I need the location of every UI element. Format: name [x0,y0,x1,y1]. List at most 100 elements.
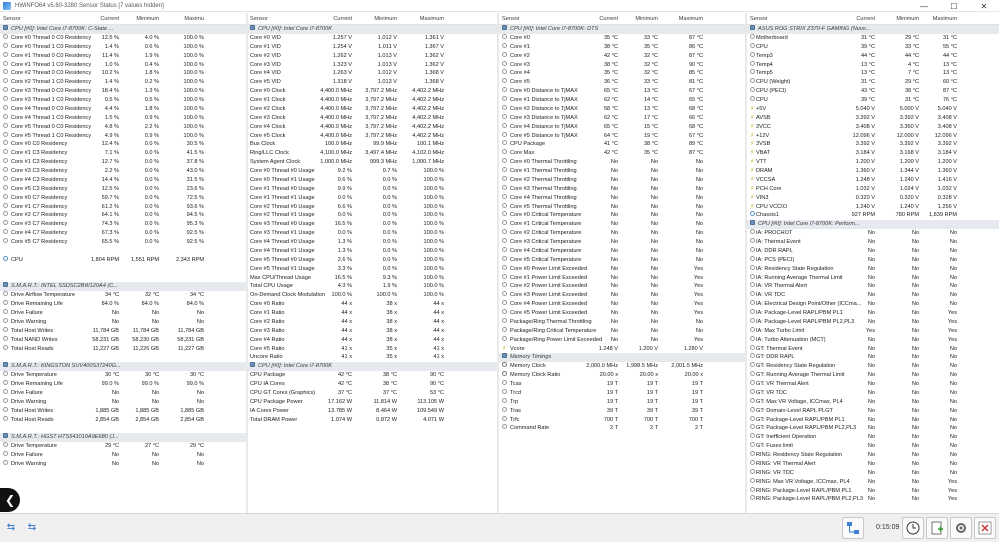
column-sensor[interactable]: Sensor [250,16,268,22]
sensor-row[interactable]: GT: Fuses limit No No No [747,442,999,451]
sensor-row[interactable]: Core #3 Critical Temperature No No No [499,238,745,247]
sensor-row[interactable]: CPU Package 41 °C 38 °C 89 °C [499,140,745,149]
sensor-row[interactable]: IA: Package-Level RAPL/PBM PL1 No No Yes [747,309,999,318]
sensor-row[interactable]: Core #2 Ratio 44 x 38 x 44 x [248,318,497,327]
sensor-row[interactable]: Total NAND Writes 58,231 GB 58,230 GB 58,23… [0,335,246,345]
sensor-row[interactable]: Core #5 Power Limit Exceeded No No Yes [499,309,745,318]
sensor-row[interactable]: Max CPU/Thread Usage 16.5 % 9.3 % 100.0 % [248,274,497,283]
column-sensor[interactable]: Sensor [750,16,768,22]
sensor-row[interactable]: Core #2 Thread 0 C0 Residency 10.2 % 1.8 %… [0,69,246,78]
column-sensor[interactable]: Sensor [3,16,21,22]
sensor-row[interactable]: Core #2 Thread #0 Usage 6.6 % 0.0 % 100.0 % [248,203,497,212]
sensor-row[interactable]: GT: Running Average Thermal Limit No No No [747,371,999,380]
sensor-row[interactable]: Package/Ring Critical Temperature No No No [499,326,745,336]
sensor-panel-4[interactable]: Sensor Current Minimum Maximum ASUS ROG STRI… [747,13,999,513]
sensor-row[interactable]: Core #5 Thermal Throttling No No No [499,202,745,212]
sensor-row[interactable]: CPU Package 42 °C 38 °C 90 °C [248,371,497,380]
nav-right-arrows-icon[interactable]: ⇆ [24,521,40,535]
sensor-row[interactable]: Trfc 700 T 700 T 700 T [499,415,745,425]
sensor-row[interactable]: ⚡ VBAT 3.184 V 3.168 V 3.184 V [747,149,999,158]
sensor-row[interactable]: Core #1 Thread 0 C0 Residency 11.4 % 1.9 %… [0,51,246,61]
sensor-row[interactable]: Core #4 Thread 1 C0 Residency 1.5 % 0.9 % 1… [0,113,246,123]
sensor-row[interactable]: System Agent Clock 1,000.0 MHz 999.3 MHz 1,… [248,158,497,167]
sensor-row[interactable]: Drive Warning No No No [0,459,246,469]
sensor-row[interactable]: Core #4 Thread 0 C0 Residency 4.4 % 1.8 % 1… [0,104,246,114]
sensor-row[interactable]: Uncore Ratio 41 x 35 x 41 x [248,353,497,362]
sensor-row[interactable]: Drive Failure No No No [0,451,246,460]
sensor-row[interactable]: Drive Temperature 29 °C 27 °C 29 °C [0,442,246,451]
column-maximum[interactable]: Maximu [158,16,204,22]
sensor-row[interactable]: ⚡ PCH Core 1.032 V 1.024 V 1.032 V [747,185,999,194]
column-minimum[interactable]: Minimum [612,16,658,22]
sensor-row[interactable]: Core #0 35 °C 33 °C 87 °C [499,33,745,43]
sensor-row[interactable]: GT: VR Thermal Alert No No No [747,380,999,389]
sensor-row[interactable]: Core #4 Thread #1 Usage 1.3 % 0.0 % 100.0 % [248,247,497,256]
sensor-group-header[interactable]: CPU [#0]: Intel Core i7-8700K [248,25,497,34]
sensor-row[interactable]: Core #3 C7 Residency 74.3 % 0.0 % 95.3 % [0,220,246,229]
sensor-row[interactable]: GT: Domain-Level RAPL PLGT No No No [747,406,999,416]
sensor-group-header[interactable]: S.M.A.R.T.: INTEL SSDSC2BW120A4 (C... [0,282,246,292]
sensor-row[interactable]: Total Host Writes 11,784 GB 11,784 GB 11,78… [0,326,246,336]
sensor-panel-2[interactable]: Sensor Current Minimum Maximum CPU [#0]: Int… [248,13,499,513]
column-maximum[interactable]: Maximum [911,16,957,22]
sensor-row[interactable]: Package/Ring Power Limit Exceeded No No Yes [499,335,745,345]
column-maximum[interactable]: Maximum [657,16,703,22]
sensor-group-header[interactable]: Memory Timings [499,353,745,363]
sensor-row[interactable]: IA: Package-Level RAPL/PBM PL2,PL3 No No Ye… [747,317,999,327]
sensor-row[interactable]: Core #1 38 °C 35 °C 86 °C [499,42,745,52]
column-header[interactable]: Sensor Current Minimum Maximum [248,13,497,25]
sensor-row[interactable]: Core #3 Power Limit Exceeded No No Yes [499,291,745,300]
sensor-row[interactable]: CPU 1,804 RPM 1,551 RPM 2,343 RPM [0,255,246,265]
sensor-row[interactable]: RING: VR TDC No No No [747,468,999,478]
sensor-row[interactable]: Core #2 VID 1.262 V 1.013 V 1.362 V [248,52,497,61]
sensor-row[interactable]: Tras 39 T 39 T 39 T [499,406,745,416]
sensor-row[interactable]: CPU (PECI) 43 °C 38 °C 87 °C [747,87,999,96]
sensor-row[interactable]: Core #1 Thread #0 Usage 9.9 % 0.0 % 100.0 % [248,185,497,194]
sensor-row[interactable]: Core #5 Distance to TjMAX 64 °C 19 °C 67 °C [499,131,745,141]
sensor-row[interactable]: Core #2 42 °C 32 °C 87 °C [499,51,745,61]
sensor-row[interactable]: Core #1 C7 Residency 61.2 % 0.0 % 93.6 % [0,202,246,212]
column-sensor[interactable]: Sensor [502,16,520,22]
close-button[interactable]: ✕ [969,0,999,12]
column-maximum[interactable]: Maximum [398,16,444,22]
sensor-row[interactable]: Drive Warning No No No [0,317,246,327]
sensor-row[interactable]: Core #5 Thread #0 Usage 2.6 % 0.0 % 100.0 % [248,256,497,265]
sensor-row[interactable]: Core #0 Thread 0 C0 Residency 12.5 % 4.0 %… [0,33,246,43]
sensor-group-header[interactable]: ASUS ROG STRIX Z370-F GAMING (Nuvo... [747,25,999,34]
sensor-group-header[interactable]: CPU [#0]: Intel Core i7-8700K [248,362,497,372]
sensor-row[interactable]: Core #4 Ratio 44 x 38 x 44 x [248,336,497,345]
sensor-row[interactable]: Core #3 Thread 0 C0 Residency 18.4 % 1.3 %… [0,87,246,96]
sensor-row[interactable]: Core #2 Thread #1 Usage 0.0 % 0.0 % 100.0 % [248,211,497,220]
column-current[interactable]: Current [829,16,875,22]
sensor-panel-1[interactable]: Sensor Current Minimum Maximu CPU [#0]: Inte… [0,13,248,513]
sensor-row[interactable]: Temp3 44 °C 44 °C 44 °C [747,51,999,61]
sensor-row[interactable]: ⚡ DRAM 1.360 V 1.344 V 1.360 V [747,167,999,176]
minimize-button[interactable]: — [909,0,939,12]
sensor-row[interactable]: Core #2 C7 Residency 64.1 % 0.0 % 94.5 % [0,211,246,220]
sensor-row[interactable]: ⚡ VCCSA 1.248 V 1.240 V 1.416 V [747,176,999,185]
sensor-group-header[interactable]: CPU [#0]: Intel Core i7-8700K: C-State .… [0,25,246,34]
sensor-row[interactable]: Temp4 13 °C 4 °C 13 °C [747,60,999,70]
sensor-row[interactable]: Core #5 Thread 1 C0 Residency 4.9 % 0.9 % 1… [0,131,246,141]
sensor-row[interactable]: Core #5 VID 1.318 V 1.013 V 1.368 V [248,78,497,87]
sensor-row[interactable]: ⚡ AVSB 3.392 V 3.392 V 3.408 V [747,114,999,123]
column-current[interactable]: Current [306,16,352,22]
sensor-row[interactable]: RING: Residency State Regulation No No No [747,451,999,460]
sensor-row[interactable]: Core #0 Thread #1 Usage 0.6 % 0.0 % 100.0 % [248,176,497,185]
sensor-row[interactable]: Core #0 Distance to TjMAX 65 °C 13 °C 67 °C [499,87,745,96]
sensor-row[interactable]: Core #4 Clock 4,400.0 MHz 3,797.2 MHz 4,402… [248,123,497,132]
column-header[interactable]: Sensor Current Minimum Maximum [499,13,745,25]
sensor-row[interactable]: Core #3 C3 Residency 2.2 % 0.0 % 43.0 % [0,167,246,176]
sensor-row[interactable]: Core #5 Thread 0 C0 Residency 4.8 % 2.2 % 1… [0,122,246,132]
sensor-row[interactable]: Core #5 C7 Residency 65.5 % 0.0 % 92.5 % [0,238,246,247]
sensor-group-header[interactable]: S.M.A.R.T.: HGST HTS541010A9E680 (J... [0,433,246,443]
sensor-row[interactable]: ⚡ VIN3 0.320 V 0.320 V 0.328 V [747,194,999,203]
sensor-row[interactable]: IA: Thermal Event No No No [747,238,999,247]
sensor-row[interactable]: Core Max 42 °C 35 °C 87 °C [499,149,745,158]
sensor-row[interactable]: Core #5 C3 Residency 12.5 % 0.0 % 23.6 % [0,184,246,194]
sensor-row[interactable]: ⚡ +5V 5.040 V 5.000 V 5.040 V [747,105,999,114]
column-minimum[interactable]: Minimum [351,16,397,22]
settings-icon[interactable] [950,517,972,539]
sensor-row[interactable]: ⚡ 3VSB 3.392 V 3.392 V 3.392 V [747,140,999,149]
sensor-row[interactable]: Total DRAM Power 1.074 W 0.872 W 4.071 W [248,416,497,425]
